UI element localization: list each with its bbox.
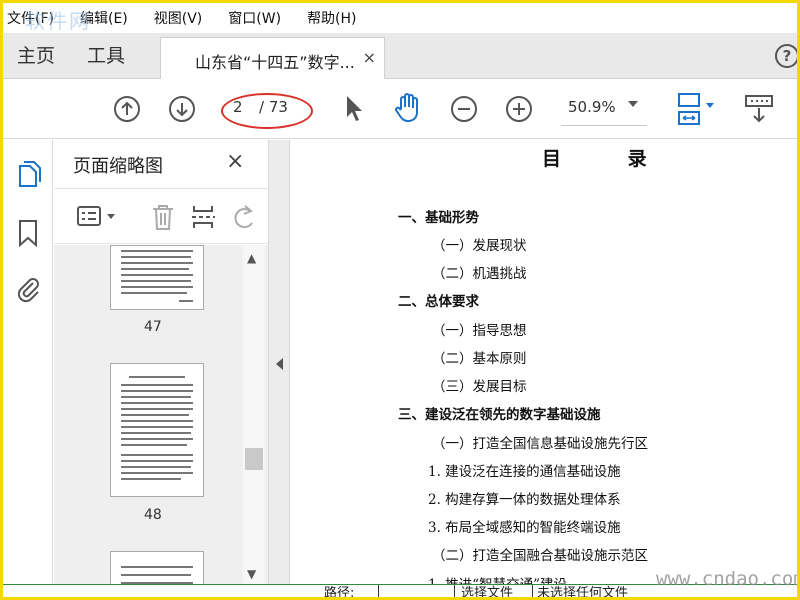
thumbnail-label: 47 [144, 319, 162, 335]
site-watermark: www.cndao.com [656, 568, 797, 590]
close-tab-icon[interactable]: × [363, 48, 376, 67]
zoom-dropdown-icon[interactable] [628, 101, 638, 107]
scrollbar-thumb[interactable] [245, 448, 263, 470]
toc-entry[interactable]: 二、总体要求 [398, 290, 479, 310]
collapse-arrow-icon [276, 358, 283, 370]
toc-entry[interactable]: 三、建设泛在领先的数字基础设施 [398, 403, 601, 423]
zoom-level[interactable]: 50.9% [568, 98, 616, 116]
toc-entry[interactable]: （一）打造全国信息基础设施先行区 [432, 432, 648, 452]
choose-file-button[interactable]: 选择文件 [461, 585, 513, 597]
thumbnail-options-icon[interactable] [76, 205, 122, 229]
left-rail [3, 140, 53, 592]
select-arrow-icon[interactable] [343, 93, 365, 125]
tab-bar: 主页 工具 山东省“十四五”数字... × ? [3, 33, 797, 80]
document-page: 目 录 一、基础形势 （一）发展现状 （二）机遇挑战二、总体要求 （一）指导思想 （二）… [292, 140, 797, 593]
toc-entry[interactable]: 2. 构建存算一体的数据处理体系 [428, 488, 621, 508]
bookmark-icon[interactable] [17, 218, 39, 248]
pages-icon[interactable] [15, 160, 41, 190]
toc-entry[interactable]: 1. 建设泛在连接的通信基础设施 [428, 460, 621, 480]
path-label: 路径: [324, 586, 355, 597]
tab-document[interactable]: 山东省“十四五”数字... × [160, 37, 385, 80]
scroll-mode-icon[interactable] [743, 93, 775, 125]
document-tab-title: 山东省“十四五”数字... [195, 53, 355, 72]
tab-tools[interactable]: 工具 [87, 33, 125, 79]
toc-entry[interactable]: （二）打造全国融合基础设施示范区 [432, 544, 648, 564]
thumbnail-page-48[interactable] [110, 363, 204, 497]
toc-entry[interactable]: 一、基础形势 [398, 206, 479, 226]
panel-title: 页面缩略图 [73, 156, 163, 177]
split-page-icon[interactable] [190, 203, 216, 231]
zoom-underline [561, 125, 647, 126]
zoom-out-icon[interactable] [449, 94, 479, 124]
annotation-ellipse [221, 93, 313, 129]
menu-help[interactable]: 帮助(H) [307, 8, 356, 28]
scroll-down-icon[interactable]: ▼ [247, 567, 256, 581]
toc-entry[interactable]: 3. 布局全域感知的智能终端设施 [428, 516, 621, 536]
thumbnail-panel: 页面缩略图 × 47 48 ▲ ▼ [54, 140, 268, 592]
thumbnails-list: 47 48 [54, 245, 268, 592]
arrow-down-circle-icon[interactable] [167, 94, 197, 124]
scroll-up-icon[interactable]: ▲ [247, 251, 256, 265]
toc-entry[interactable]: （二）机遇挑战 [432, 262, 527, 282]
toc-entry[interactable]: （一）发展现状 [432, 234, 527, 254]
toc-title: 目 录 [542, 148, 677, 170]
help-icon[interactable]: ? [775, 44, 797, 68]
status-divider [532, 585, 533, 597]
menu-view[interactable]: 视图(V) [154, 8, 203, 28]
thumbnail-scrollbar[interactable]: ▲ ▼ [243, 245, 265, 592]
rotate-icon[interactable] [232, 203, 256, 231]
menu-bar: 文件(F) 编辑(E) 视图(V) 窗口(W) 帮助(H) 软件网 [3, 3, 797, 33]
toc-entry[interactable]: （三）发展目标 [432, 375, 527, 395]
toc-entry[interactable]: （二）基本原则 [432, 347, 527, 367]
app-window: 文件(F) 编辑(E) 视图(V) 窗口(W) 帮助(H) 软件网 主页 工具 … [3, 3, 797, 597]
close-panel-icon[interactable]: × [226, 149, 244, 174]
file-status-text: 未选择任何文件 [537, 586, 629, 597]
attachment-icon[interactable] [15, 274, 41, 304]
fit-page-icon[interactable] [675, 91, 719, 127]
trash-icon[interactable] [150, 203, 176, 231]
thumbnail-label: 48 [144, 507, 162, 523]
toolbar: 2 / 73 50.9% [3, 79, 797, 139]
watermark: 软件网 [25, 9, 91, 33]
thumbnail-page-47[interactable] [110, 245, 204, 310]
toc-entry[interactable]: （一）指导思想 [432, 319, 527, 339]
panel-collapse-handle[interactable] [268, 140, 290, 592]
status-divider [378, 585, 379, 597]
panel-toolbar [54, 188, 268, 244]
arrow-up-circle-icon[interactable] [112, 94, 142, 124]
zoom-in-icon[interactable] [504, 94, 534, 124]
status-divider [454, 585, 455, 597]
hand-icon[interactable] [393, 91, 425, 125]
menu-window[interactable]: 窗口(W) [228, 8, 281, 28]
tab-home[interactable]: 主页 [17, 33, 55, 79]
